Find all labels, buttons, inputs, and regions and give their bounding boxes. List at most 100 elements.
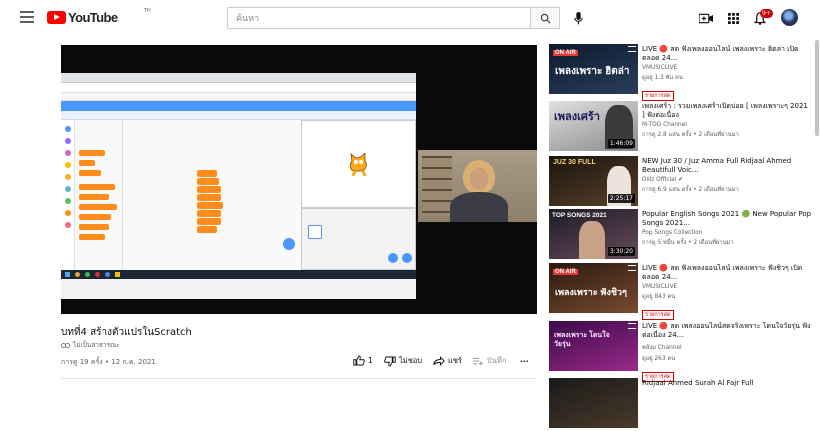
- scratch-sprite-pane: [301, 208, 416, 270]
- recommendation-item[interactable]: เพลงเพราะ โดนใจวัยรุ่น LIVE 🔴 สด เพลงออน…: [549, 321, 819, 382]
- recommendation-item[interactable]: ON AIR เพลงเพราะ ฟังชิวๆ LIVE 🔴 สด ฟังเพ…: [549, 263, 819, 320]
- recommendation-item[interactable]: Ridjaal Ahmed Surah Al Fajr Full: [549, 378, 819, 431]
- user-avatar[interactable]: [781, 9, 798, 26]
- apps-grid-icon: [727, 12, 739, 24]
- recommendation-channel[interactable]: Pop Songs Collection: [642, 230, 812, 236]
- playlist-icon: [628, 265, 636, 271]
- recommendation-stats: ดูอยู่ 1.3 พัน คน: [642, 75, 684, 81]
- create-video-icon: [699, 13, 713, 23]
- video-meta: การดู 19 ครั้ง • 12 ก.ค. 2021: [61, 358, 156, 366]
- info-divider: [61, 378, 537, 379]
- scratch-block-palette: [75, 120, 123, 270]
- recommendation-channel[interactable]: Diliz Official ✔: [642, 177, 812, 183]
- search-placeholder: ค้นหา: [236, 14, 260, 24]
- scratch-code-area: [123, 120, 301, 270]
- scratch-menu-bar: [61, 101, 416, 111]
- live-badge: รายการสด: [642, 310, 674, 320]
- recommendation-channel[interactable]: M-TOO Channel: [642, 122, 812, 128]
- notification-count-badge: 9+: [760, 9, 773, 18]
- video-thumbnail[interactable]: ON AIR เพลงเพราะ ฟังชิวๆ: [549, 263, 638, 313]
- recommendation-title[interactable]: Popular English Songs 2021 🟢 New Popular…: [642, 210, 812, 228]
- like-count: 1: [368, 356, 373, 365]
- youtube-logo[interactable]: YouTube TH: [47, 8, 151, 25]
- video-duration: 1:46:09: [607, 139, 635, 148]
- recommendation-title[interactable]: LIVE 🔴 สด ฟังเพลงออนไลน์ เพลงเพราะ ฮิตล่…: [642, 45, 812, 63]
- like-button[interactable]: 1: [353, 355, 373, 366]
- playlist-icon: [628, 46, 636, 52]
- scratch-stage: [301, 120, 416, 208]
- recommendation-title[interactable]: NEW Juz 30 / Juz Amma Full Ridjaal Ahmed…: [642, 157, 812, 175]
- recommendation-title[interactable]: LIVE 🔴 สด เพลงออนไลน์สดจริงเพราะ โดนใจวั…: [642, 322, 812, 340]
- dislike-label: ไม่ชอบ: [399, 356, 423, 365]
- browser-tab-strip: [61, 73, 416, 83]
- scratch-tab-bar: [61, 111, 416, 120]
- create-video-button[interactable]: [698, 10, 714, 26]
- voice-search-button[interactable]: [571, 10, 585, 26]
- add-to-playlist-icon: [473, 357, 483, 365]
- thumbnail-text: เพลงเพราะ ฮิตล่า: [555, 66, 630, 77]
- recommendation-item[interactable]: JUZ 30 FULL 2:25:17 NEW Juz 30 / Juz Amm…: [549, 156, 819, 209]
- youtube-play-icon: [47, 11, 66, 24]
- recommendation-stats: การดู 2.8 แสน ครั้ง • 2 เดือนที่ผ่านมา: [642, 132, 739, 138]
- recommendation-channel[interactable]: VMUSICLIVE: [642, 284, 812, 290]
- browser-bookmarks-bar: [61, 93, 416, 101]
- presenter-webcam: [418, 150, 537, 222]
- share-button[interactable]: แชร์: [433, 355, 462, 367]
- logo-country-code: TH: [144, 8, 151, 14]
- microphone-icon: [573, 11, 583, 24]
- save-label: บันทึก: [487, 356, 507, 365]
- video-thumbnail[interactable]: JUZ 30 FULL 2:25:17: [549, 156, 638, 206]
- live-badge: รายการสด: [642, 91, 674, 101]
- video-title: บทที่4 สร้างตัวแปรในScratch: [61, 327, 192, 338]
- search-button[interactable]: [531, 7, 560, 29]
- recommendation-channel[interactable]: VMUSICLIVE: [642, 65, 812, 71]
- video-duration: 2:25:17: [607, 194, 635, 203]
- recommendation-item[interactable]: TOP SONGS 2021 3:30:20 Popular English S…: [549, 209, 819, 262]
- thumbnail-text: เพลงเพราะ ฟังชิวๆ: [555, 287, 627, 297]
- visibility-label: ไม่เป็นสาธารณะ: [73, 341, 120, 349]
- recommendation-title[interactable]: Ridjaal Ahmed Surah Al Fajr Full: [642, 379, 812, 388]
- recommendation-title[interactable]: LIVE 🔴 สด ฟังเพลงออนไลน์ เพลงเพราะ ฟังชิ…: [642, 264, 812, 282]
- screen-share-content: [61, 73, 416, 299]
- visibility-tag: ไม่เป็นสาธารณะ: [61, 340, 120, 350]
- browser-address-bar: [61, 83, 416, 93]
- thumbs-up-icon: [353, 355, 365, 366]
- thumbnail-text: เพลงเพราะ โดนใจวัยรุ่น: [554, 332, 610, 348]
- thumbnail-text: เพลงเศร้า: [554, 111, 600, 123]
- scratch-category-column: [61, 120, 75, 270]
- recommendation-channel[interactable]: พลังม Channel: [642, 342, 812, 352]
- recommendation-item[interactable]: เพลงเศร้า 1:46:09 เพลงเศร้า : รวมเพลงเศร…: [549, 101, 819, 154]
- recommendation-stats: ดูอยู่ 843 คน: [642, 294, 676, 300]
- recommendation-title[interactable]: เพลงเศร้า : รวมเพลงเศร้าเปิดบ่อย [ เพลงเ…: [642, 102, 812, 120]
- video-thumbnail[interactable]: [549, 378, 638, 428]
- apps-button[interactable]: [725, 10, 741, 26]
- unlisted-link-icon: [61, 342, 70, 348]
- video-duration: 3:30:20: [607, 247, 635, 256]
- video-thumbnail[interactable]: TOP SONGS 2021 3:30:20: [549, 209, 638, 259]
- share-label: แชร์: [448, 356, 462, 365]
- search-input[interactable]: ค้นหา: [227, 7, 531, 29]
- search-icon: [540, 13, 550, 23]
- dislike-button[interactable]: ไม่ชอบ: [384, 355, 422, 367]
- menu-icon[interactable]: [20, 11, 34, 23]
- video-thumbnail[interactable]: เพลงเศร้า 1:46:09: [549, 101, 638, 151]
- recommendation-stats: ดูอยู่ 263 คน: [642, 356, 676, 362]
- video-thumbnail[interactable]: ON AIR เพลงเพราะ ฮิตล่า: [549, 44, 638, 94]
- windows-taskbar: [61, 270, 416, 279]
- top-bar: YouTube TH ค้นหา 9+: [0, 0, 820, 36]
- thumbnail-text: JUZ 30 FULL: [553, 159, 596, 166]
- save-button[interactable]: บันทึก: [473, 355, 506, 367]
- logo-text: YouTube: [68, 10, 118, 25]
- recommendation-item[interactable]: ON AIR เพลงเพราะ ฮิตล่า LIVE 🔴 สด ฟังเพล…: [549, 44, 819, 101]
- thumbnail-text: TOP SONGS 2021: [552, 212, 607, 219]
- playlist-icon: [628, 323, 636, 329]
- thumbs-down-icon: [384, 356, 396, 366]
- scratch-cat-sprite: [349, 153, 367, 177]
- recommendation-stats: การดู 6.9 แสน ครั้ง • 2 เดือนที่ผ่านมา: [642, 187, 739, 193]
- video-player[interactable]: [61, 45, 537, 314]
- more-label: ...: [520, 355, 529, 364]
- page-scrollbar[interactable]: [815, 40, 819, 136]
- recommendation-stats: การดู 5 หมื่น ครั้ง • 2 เดือนที่ผ่านมา: [642, 240, 734, 246]
- more-actions-button[interactable]: ...: [520, 355, 529, 364]
- video-thumbnail[interactable]: เพลงเพราะ โดนใจวัยรุ่น: [549, 321, 638, 371]
